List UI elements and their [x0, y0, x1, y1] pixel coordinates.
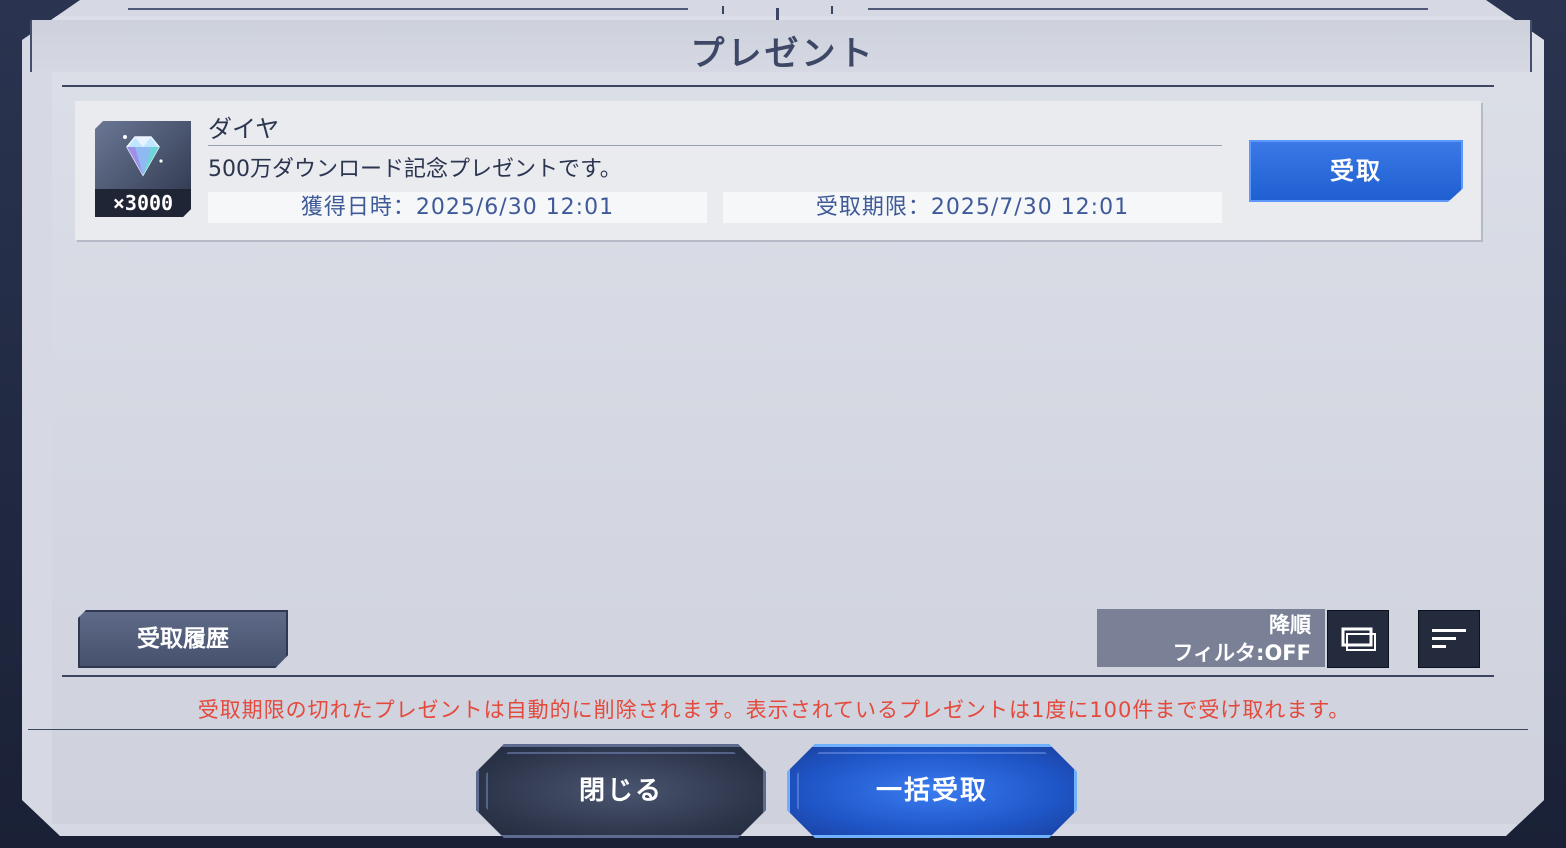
- deadline-date: 受取期限：2025/7/30 12:01: [723, 192, 1222, 223]
- receive-history-button[interactable]: 受取履歴: [78, 610, 288, 668]
- sort-icon: [1432, 629, 1466, 648]
- filter-button[interactable]: [1327, 610, 1389, 668]
- item-divider: [208, 145, 1222, 146]
- filter-icon: [1341, 627, 1376, 651]
- receive-all-button[interactable]: 一括受取: [787, 744, 1077, 838]
- close-button[interactable]: 閉じる: [476, 744, 766, 838]
- notice-message: 受取期限の切れたプレゼントは自動的に削除されます。表示されているプレゼントは1度…: [197, 698, 1351, 722]
- item-quantity: ×3000: [95, 189, 191, 217]
- receive-all-button-label: 一括受取: [875, 776, 988, 806]
- top-deco-line-right: [868, 8, 1428, 10]
- present-card: ×3000 ダイヤ 500万ダウンロード記念プレゼントです。 獲得日時：2025…: [75, 101, 1481, 240]
- item-icon: ×3000: [95, 121, 191, 217]
- diamond-icon: [123, 135, 163, 177]
- sort-order-label: 降順: [1269, 613, 1311, 637]
- top-deco-line-left: [128, 8, 688, 10]
- top-tick-right: [831, 6, 833, 14]
- acquired-date: 獲得日時：2025/6/30 12:01: [208, 192, 707, 223]
- item-description: 500万ダウンロード記念プレゼントです。: [208, 157, 622, 182]
- bottom-divider: [62, 675, 1494, 677]
- footer-divider: [28, 729, 1528, 730]
- sort-button[interactable]: [1418, 610, 1480, 668]
- filter-status-label: フィルタ:OFF: [1172, 641, 1311, 665]
- dialog-title: プレゼント: [690, 34, 876, 74]
- top-tick-left: [722, 6, 724, 14]
- sort-filter-panel[interactable]: 降順 フィルタ:OFF: [1097, 609, 1325, 667]
- receive-button[interactable]: 受取: [1249, 140, 1463, 202]
- item-name: ダイヤ: [208, 115, 280, 143]
- title-divider: [62, 85, 1494, 87]
- sort-filter-text: 降順 フィルタ:OFF: [1172, 611, 1311, 667]
- close-button-label: 閉じる: [578, 776, 663, 806]
